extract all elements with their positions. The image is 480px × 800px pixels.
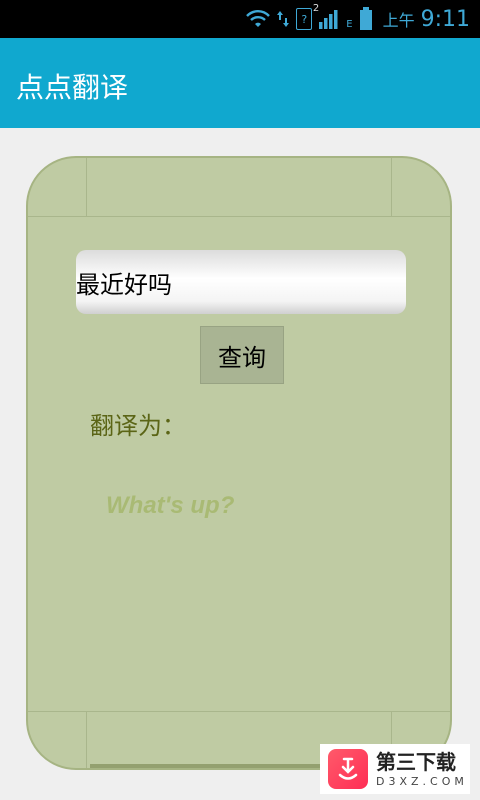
query-input[interactable] <box>76 250 406 314</box>
data-arrows-icon <box>276 9 290 29</box>
status-bar: ? 2 E 上午 9:11 <box>0 0 480 38</box>
sim-number: 2 <box>312 3 320 14</box>
download-logo-icon <box>328 749 368 789</box>
card-divider <box>86 158 87 216</box>
network-type: E <box>346 19 353 30</box>
status-ampm: 上午 <box>382 11 415 30</box>
status-time: 9:11 <box>420 6 470 32</box>
app-title: 点点翻译 <box>16 71 129 104</box>
watermark-title: 第三下载 <box>376 749 456 774</box>
result-label: 翻译为： <box>90 412 186 440</box>
translation-result: What's up? <box>106 492 235 519</box>
card-divider <box>86 712 87 768</box>
sim-label: ? <box>301 12 308 26</box>
card-divider <box>28 216 450 217</box>
sim-icon: ? 2 <box>296 3 319 30</box>
signal-icon <box>318 8 340 30</box>
wifi-icon <box>246 9 271 29</box>
query-button[interactable]: 查询 <box>200 326 284 384</box>
card-divider <box>28 711 450 712</box>
card-divider <box>391 158 392 216</box>
battery-icon <box>359 7 373 31</box>
translator-card: 查询 翻译为： What's up? <box>26 156 452 770</box>
watermark-url: D3XZ.COM <box>376 774 468 788</box>
action-bar: 点点翻译 <box>0 38 480 128</box>
watermark: 第三下载 D3XZ.COM <box>320 744 470 794</box>
status-icons: ? 2 E 上午 9:11 <box>246 0 470 38</box>
